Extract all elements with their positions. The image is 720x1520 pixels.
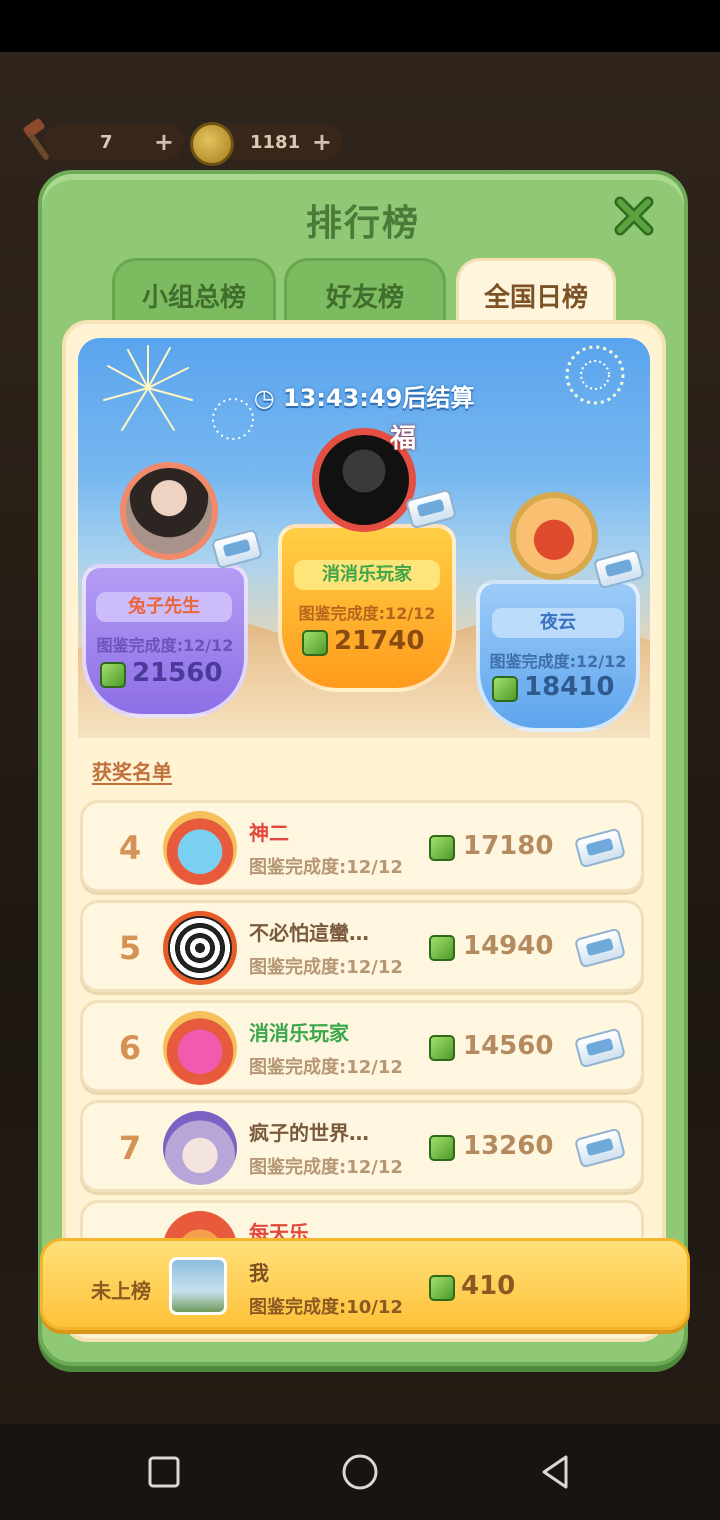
rank-number: 6 [118,1029,142,1067]
my-rank-bar[interactable]: 未上榜 我 图鉴完成度:10/12 410 [40,1238,690,1330]
coin-count: 1181 [250,131,301,153]
podium-completion: 图鉴完成度:12/12 [489,652,627,671]
podium-score: 21560 [132,658,223,688]
back-icon[interactable] [536,1452,576,1492]
completion-text: 图鉴完成度:12/12 [249,957,403,978]
treasure-chest-icon [573,827,627,869]
my-completion: 图鉴完成度:10/12 [249,1297,403,1318]
rank-number: 5 [118,929,142,967]
player-name: 神二 [249,821,289,845]
fu-badge: 福 [390,424,417,454]
gem-icon [302,630,328,656]
my-avatar [169,1257,227,1315]
clock-icon: ◷ [253,384,275,412]
completion-text: 图鉴完成度:12/12 [249,1057,403,1078]
rank-number: 7 [118,1129,142,1167]
podium-second-place[interactable]: 兔子先生 图鉴完成度:12/12 21560 [82,564,248,724]
award-list-label: 获奖名单 [92,760,172,784]
rank-number: 4 [118,829,142,867]
score: 13260 [463,1131,554,1161]
tab-friends[interactable]: 好友榜 [284,258,446,328]
player-avatar [120,462,218,560]
tab-label: 好友榜 [325,283,404,313]
podium-name: 兔子先生 [96,592,232,622]
tab-national-daily[interactable]: 全国日榜 [456,258,616,328]
leaderboard-content: ◷ 13:43:49后结算 兔子先生 图鉴完成度:12/12 21560 消消乐… [62,320,666,1342]
rank-row[interactable]: 7 疯子的世界… 图鉴完成度:12/12 13260 [80,1100,644,1192]
player-avatar [163,1111,237,1185]
podium-completion: 图鉴完成度:12/12 [298,604,436,623]
tab-label: 小组总榜 [141,283,246,313]
podium-first-place[interactable]: 消消乐玩家 图鉴完成度:12/12 21740 [278,524,456,704]
podium-score: 21740 [334,626,425,656]
tab-label: 全国日榜 [483,283,588,313]
my-name: 我 [249,1261,269,1285]
podium-name: 消消乐玩家 [294,560,440,590]
add-hammer-button[interactable]: + [154,128,174,156]
score: 14560 [463,1031,554,1061]
leaderboard-panel: 排行榜 小组总榜 好友榜 全国日榜 ◷ 13:43:49后结算 兔子先生 图鉴完… [38,170,688,1366]
gem-icon [492,676,518,702]
timer-text: 13:43:49后结算 [282,384,475,412]
podium-name: 夜云 [492,608,624,638]
treasure-chest-icon [573,1127,627,1169]
player-name: 不必怕這蠻… [249,921,369,945]
gem-icon [100,662,126,688]
player-avatar [163,811,237,885]
player-avatar [163,911,237,985]
panel-title: 排行榜 [305,203,420,244]
gem-icon [429,935,455,961]
status-bar [0,0,720,52]
score: 17180 [463,831,554,861]
podium-score: 18410 [524,672,615,702]
rank-row[interactable]: 5 不必怕這蠻… 图鉴完成度:12/12 14940 [80,900,644,992]
player-avatar [163,1011,237,1085]
system-nav-bar [0,1424,720,1520]
home-icon[interactable] [340,1452,380,1492]
tab-group-total[interactable]: 小组总榜 [112,258,276,328]
rank-row[interactable]: 6 消消乐玩家 图鉴完成度:12/12 14560 [80,1000,644,1092]
add-coin-button[interactable]: + [312,128,332,156]
completion-text: 图鉴完成度:12/12 [249,857,403,878]
close-icon[interactable] [612,194,656,238]
podium-third-place[interactable]: 夜云 图鉴完成度:12/12 18410 [476,580,640,740]
gem-icon [429,1035,455,1061]
gem-icon [429,835,455,861]
completion-text: 图鉴完成度:12/12 [249,1157,403,1178]
countdown-timer: ◷ 13:43:49后结算 [78,378,650,413]
player-avatar [510,492,598,580]
recents-icon[interactable] [144,1452,184,1492]
treasure-chest-icon [573,1027,627,1069]
hammer-counter: 7 + [44,124,184,160]
my-score: 410 [461,1271,516,1301]
podium-completion: 图鉴完成度:12/12 [96,636,234,655]
gem-icon [429,1275,455,1301]
gem-icon [429,1135,455,1161]
hammer-count: 7 [100,131,113,153]
rank-status: 未上榜 [91,1279,151,1303]
player-name: 消消乐玩家 [249,1021,349,1045]
coin-icon [190,122,234,166]
treasure-chest-icon [573,927,627,969]
rank-row[interactable]: 4 神二 图鉴完成度:12/12 17180 [80,800,644,892]
score: 14940 [463,931,554,961]
player-name: 疯子的世界… [249,1121,369,1145]
